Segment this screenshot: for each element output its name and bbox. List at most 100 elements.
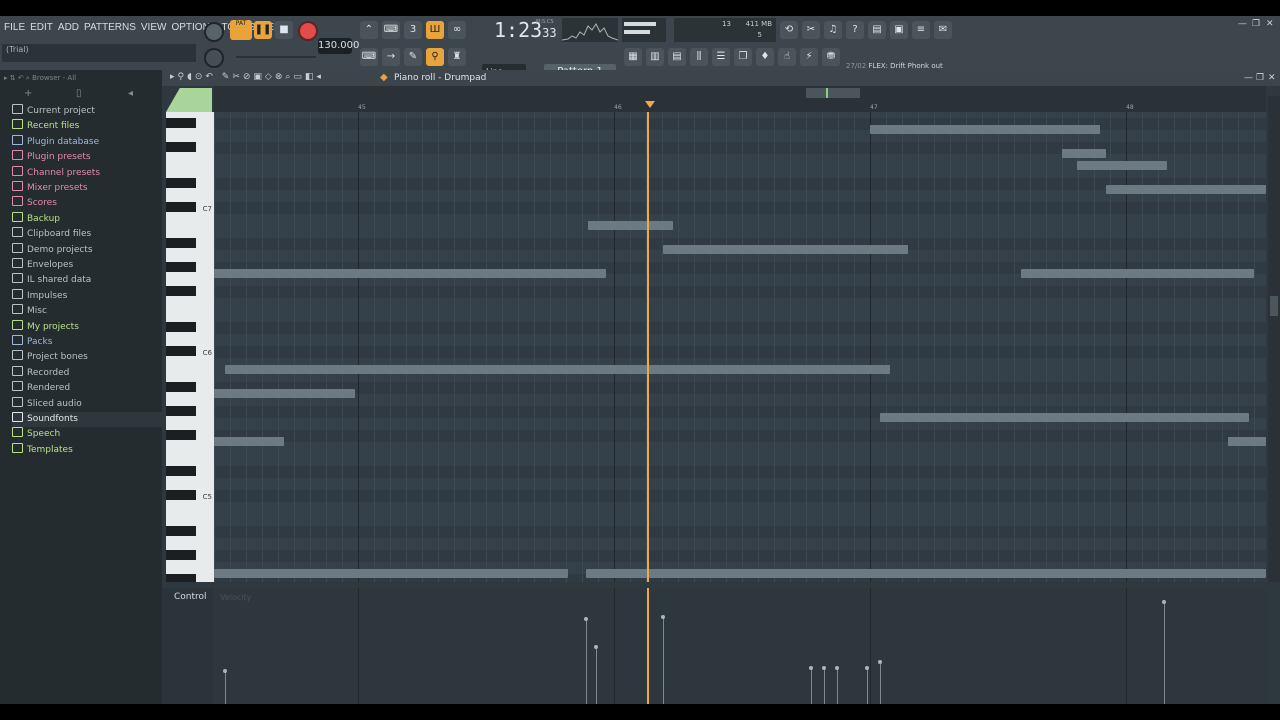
browser-item[interactable]: Recorded (12, 365, 162, 381)
restore-icon[interactable]: ❐ (1252, 19, 1260, 29)
velocity-handle[interactable] (594, 644, 599, 649)
loop-record-icon[interactable]: ∞ (448, 21, 466, 39)
note[interactable] (1062, 149, 1106, 158)
browser-item[interactable]: Rendered (12, 381, 162, 396)
master-slider[interactable] (236, 56, 316, 58)
velocity-handle[interactable] (1162, 599, 1167, 604)
browser-item[interactable]: Soundfonts (12, 412, 162, 427)
black-key[interactable] (166, 322, 196, 332)
save-icon[interactable]: ▣ (890, 21, 908, 39)
black-key[interactable] (166, 118, 196, 128)
black-key[interactable] (166, 430, 196, 440)
velocity-bar[interactable] (811, 667, 813, 704)
pat-song-toggle[interactable]: PAT (230, 20, 252, 40)
note[interactable] (214, 269, 607, 278)
vertical-scroll-thumb[interactable] (1270, 296, 1278, 316)
stamp-icon[interactable]: ♜ (448, 48, 466, 66)
timeline-ruler[interactable]: 45 46 47 48 (214, 86, 1266, 112)
velocity-lane[interactable] (214, 588, 1266, 704)
velocity-handle[interactable] (821, 665, 826, 670)
mixer-view-icon[interactable]: ⫼ (690, 48, 708, 66)
browser-item[interactable]: IL shared data (12, 273, 162, 288)
browser-item[interactable]: Plugin database (12, 134, 162, 150)
black-key[interactable] (166, 466, 196, 476)
pr-minimize-icon[interactable]: — (1244, 73, 1253, 83)
scroll-thumb[interactable] (806, 88, 860, 98)
playhead[interactable] (647, 112, 650, 582)
browser-item[interactable]: Plugin presets (12, 150, 162, 165)
black-key[interactable] (166, 286, 196, 296)
note[interactable] (1228, 437, 1266, 446)
black-key[interactable] (166, 178, 196, 188)
clipboard-icon[interactable]: ❐ (734, 48, 752, 66)
wait-input-icon[interactable]: ⌨ (382, 21, 400, 39)
browser-item[interactable]: Impulses (12, 288, 162, 304)
velocity-bar[interactable] (224, 671, 226, 704)
black-key[interactable] (166, 262, 196, 272)
browser-item[interactable]: Speech (12, 427, 162, 442)
chart-icon[interactable]: ▤ (868, 21, 886, 39)
note[interactable] (662, 245, 909, 254)
collapse-icon[interactable]: + (24, 88, 32, 99)
chat-icon[interactable]: ✉ (934, 21, 952, 39)
plugin-icon[interactable]: ♦ (756, 48, 774, 66)
black-key[interactable] (166, 550, 196, 560)
menu-view[interactable]: VIEW (141, 22, 167, 33)
menu-add[interactable]: ADD (58, 22, 79, 33)
black-key[interactable] (166, 346, 196, 356)
arrow-icon[interactable]: → (382, 48, 400, 66)
close-icon[interactable]: ✕ (1266, 19, 1274, 29)
browser-item[interactable]: Scores (12, 196, 162, 211)
pr-close-icon[interactable]: ✕ (1268, 73, 1276, 83)
playhead-marker-icon[interactable] (645, 101, 655, 108)
velocity-bar[interactable] (1164, 601, 1166, 704)
channel-rack-icon[interactable]: ▥ (646, 48, 664, 66)
stop-button[interactable]: ■ (275, 21, 293, 39)
menu-file[interactable]: FILE (4, 22, 25, 33)
velocity-bar[interactable] (836, 667, 838, 704)
velocity-handle[interactable] (878, 660, 883, 665)
control-label[interactable]: Control (174, 592, 207, 602)
vertical-scrollbar[interactable] (1268, 96, 1280, 582)
piano-keyboard[interactable]: C7 C6 C5 (166, 112, 214, 582)
black-key[interactable] (166, 142, 196, 152)
velocity-bar[interactable] (585, 619, 587, 704)
pr-restore-icon[interactable]: ❐ (1256, 73, 1264, 83)
velocity-bar[interactable] (867, 667, 869, 704)
mixer-icon[interactable]: ≡ (912, 21, 930, 39)
black-key[interactable] (166, 574, 196, 582)
black-key[interactable] (166, 490, 196, 500)
velocity-bar[interactable] (823, 667, 825, 704)
menu-edit[interactable]: EDIT (30, 22, 53, 33)
browser-item[interactable]: My projects (12, 319, 162, 335)
minimize-icon[interactable]: — (1238, 19, 1247, 29)
browser-item[interactable]: Project bones (12, 350, 162, 365)
menu-patterns[interactable]: PATTERNS (84, 22, 136, 33)
record-button[interactable] (298, 21, 318, 41)
master-volume-knob[interactable] (204, 22, 224, 42)
tempo-display[interactable]: 130.000 (318, 38, 359, 54)
note[interactable] (224, 365, 891, 374)
note[interactable] (588, 221, 673, 230)
browser-item[interactable]: Recent files (12, 119, 162, 134)
browser-item[interactable]: Sliced audio (12, 396, 162, 412)
velocity-handle[interactable] (660, 615, 665, 620)
browser-item[interactable]: Envelopes (12, 258, 162, 273)
touch-icon[interactable]: ☝ (778, 48, 796, 66)
countdown-icon[interactable]: 3 (404, 21, 422, 39)
plug-icon[interactable]: ⚡ (800, 48, 818, 66)
browser-item[interactable]: Clipboard files (12, 227, 162, 242)
browser-item[interactable]: Current project (12, 104, 162, 119)
cut-icon[interactable]: ✂ (802, 21, 820, 39)
file-icon[interactable]: ▯ (76, 88, 82, 99)
black-key[interactable] (166, 406, 196, 416)
color-selector[interactable] (166, 88, 212, 112)
black-key[interactable] (166, 238, 196, 248)
pause-button[interactable]: ❚❚ (254, 21, 272, 39)
browser-item[interactable]: Misc (12, 304, 162, 319)
velocity-handle[interactable] (583, 617, 588, 622)
note[interactable] (214, 569, 568, 578)
link-icon[interactable]: ⚲ (426, 48, 444, 66)
piano-roll-title[interactable]: Piano roll - Drumpad (394, 73, 486, 83)
pencil-icon[interactable]: ✎ (404, 48, 422, 66)
